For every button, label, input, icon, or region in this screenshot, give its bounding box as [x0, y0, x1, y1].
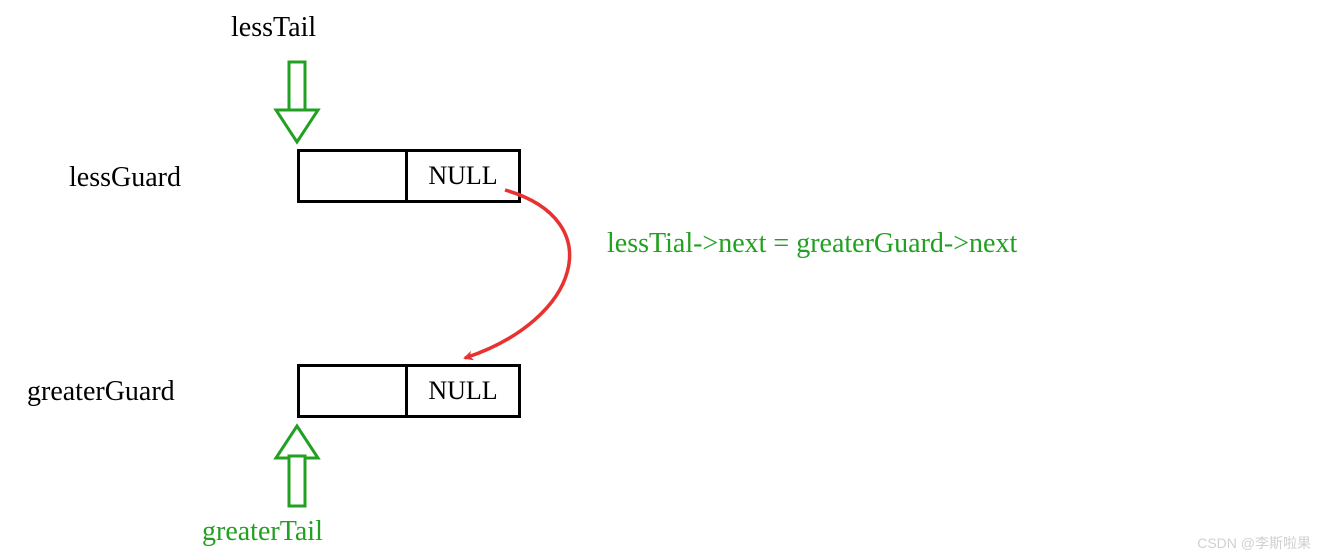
label-greaterGuard: greaterGuard: [27, 376, 175, 408]
node-less-next: NULL: [408, 152, 518, 200]
label-greaterTail: greaterTail: [202, 516, 323, 548]
node-greater-next: NULL: [408, 367, 518, 415]
arrow-greaterTail-icon: [276, 426, 318, 506]
arrow-red-link-icon: [465, 190, 570, 358]
arrow-lessTail-icon: [276, 62, 318, 142]
label-lessGuard: lessGuard: [69, 162, 181, 194]
arrow-overlay: [0, 0, 1323, 559]
label-lessTail: lessTail: [231, 12, 316, 44]
node-less-data: [300, 152, 408, 200]
node-greater: NULL: [297, 364, 521, 418]
node-greater-data: [300, 367, 408, 415]
node-less: NULL: [297, 149, 521, 203]
label-assignment: lessTial->next = greaterGuard->next: [607, 228, 1017, 260]
diagram-stage: lessTail lessGuard greaterGuard greaterT…: [0, 0, 1323, 559]
watermark: CSDN @李斯啦果: [1197, 533, 1311, 553]
